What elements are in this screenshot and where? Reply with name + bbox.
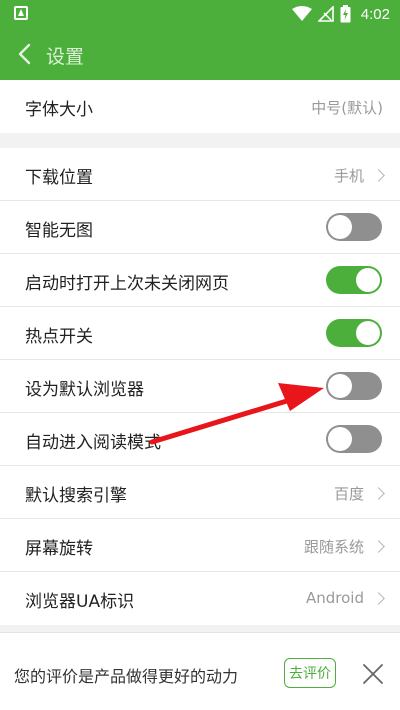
- status-time: 4:02: [360, 5, 390, 23]
- close-icon: [363, 664, 383, 684]
- close-button[interactable]: [360, 661, 386, 687]
- setting-value: 中号(默认): [311, 99, 383, 117]
- value-text: 跟随系统: [303, 538, 364, 556]
- setting-screen-rotation[interactable]: 屏幕旋转 跟随系统: [0, 519, 400, 572]
- font-size-group: 字体大小 中号(默认): [0, 80, 400, 133]
- setting-reading-mode: 自动进入阅读模式: [0, 413, 400, 466]
- back-button[interactable]: [10, 40, 38, 68]
- setting-label: 浏览器UA标识: [25, 592, 135, 612]
- setting-label: 智能无图: [25, 221, 93, 241]
- toggle-smart-no-image[interactable]: [326, 213, 382, 241]
- setting-label: 热点开关: [25, 327, 93, 347]
- setting-label: 设为默认浏览器: [25, 380, 144, 400]
- setting-restore-tabs: 启动时打开上次未关闭网页: [0, 254, 400, 307]
- setting-label: 下载位置: [25, 168, 93, 188]
- wifi-icon: [291, 6, 312, 21]
- toggle-knob: [328, 427, 352, 451]
- app-bar: 设置: [0, 28, 400, 80]
- toggle-knob: [356, 321, 380, 345]
- chevron-right-icon: [372, 540, 385, 553]
- setting-label: 屏幕旋转: [25, 539, 93, 559]
- setting-font-size[interactable]: 字体大小 中号(默认): [0, 80, 400, 133]
- value-text: 手机: [333, 167, 364, 185]
- toggle-knob: [328, 215, 352, 239]
- value-text: 百度: [333, 485, 364, 503]
- value-text: Android: [306, 589, 364, 607]
- setting-download-location[interactable]: 下载位置 手机: [0, 148, 400, 201]
- setting-value: 跟随系统: [303, 536, 385, 557]
- setting-search-engine[interactable]: 默认搜索引擎 百度: [0, 466, 400, 519]
- setting-smart-no-image: 智能无图: [0, 201, 400, 254]
- setting-default-browser: 设为默认浏览器: [0, 360, 400, 413]
- toggle-hotspot[interactable]: [326, 319, 382, 347]
- signal-icon: [317, 6, 334, 22]
- feedback-bar: 您的评价是产品做得更好的动力 去评价: [0, 632, 400, 710]
- setting-value: Android: [306, 589, 385, 607]
- toggle-knob: [356, 268, 380, 292]
- status-bar: 4:02: [0, 0, 400, 28]
- toggle-default-browser[interactable]: [326, 372, 382, 400]
- battery-icon: [340, 5, 351, 23]
- chevron-right-icon: [372, 487, 385, 500]
- setting-label: 默认搜索引擎: [25, 486, 127, 506]
- chevron-right-icon: [372, 591, 385, 605]
- setting-value: 手机: [333, 165, 385, 186]
- rate-button[interactable]: 去评价: [284, 658, 336, 688]
- setting-label: 启动时打开上次未关闭网页: [25, 274, 229, 294]
- page-title: 设置: [46, 46, 85, 68]
- setting-ua[interactable]: 浏览器UA标识 Android: [0, 572, 400, 625]
- notification-icon: [14, 6, 28, 20]
- setting-label: 字体大小: [25, 100, 93, 120]
- setting-value: 百度: [333, 483, 385, 504]
- toggle-knob: [328, 374, 352, 398]
- settings-list: 下载位置 手机 智能无图 启动时打开上次未关闭网页 热点开关 设为默认浏览器 自…: [0, 148, 400, 625]
- chevron-right-icon: [372, 169, 385, 182]
- toggle-reading-mode[interactable]: [326, 425, 382, 453]
- setting-hotspot: 热点开关: [0, 307, 400, 360]
- toggle-restore-tabs[interactable]: [326, 266, 382, 294]
- status-icons: 4:02: [291, 4, 390, 24]
- feedback-message: 您的评价是产品做得更好的动力: [14, 667, 239, 686]
- chevron-left-icon: [18, 43, 31, 65]
- setting-label: 自动进入阅读模式: [25, 433, 161, 453]
